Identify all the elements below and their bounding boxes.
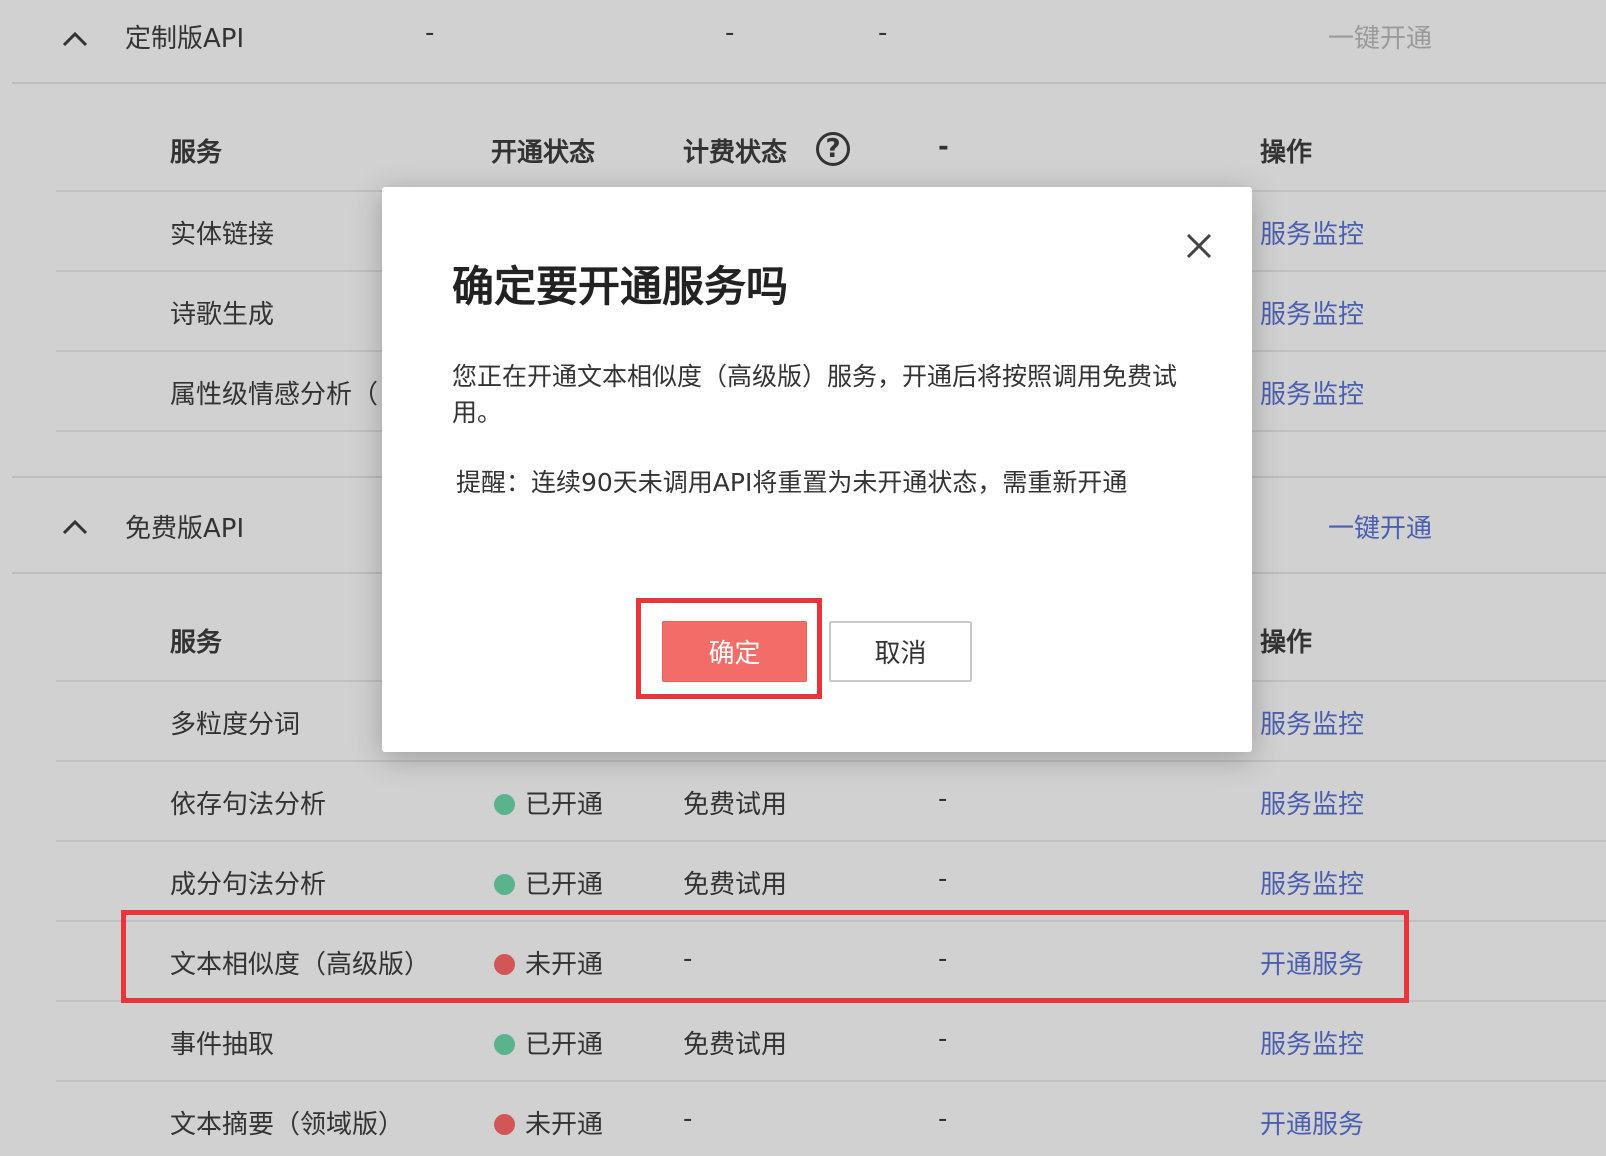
enable-service-link[interactable]: 开通服务 (1260, 944, 1364, 981)
service-monitor-link[interactable]: 服务监控 (1260, 864, 1364, 901)
service-monitor-link[interactable]: 服务监控 (1260, 784, 1364, 821)
billing-text: 免费试用 (683, 790, 788, 820)
col-action: 操作 (1260, 138, 1313, 168)
col-extra: - (938, 132, 949, 162)
status-text: 已开通 (525, 870, 604, 900)
custom-api-dash-3: - (878, 18, 888, 48)
billing-text: - (683, 944, 693, 974)
status-text: 未开通 (525, 1110, 604, 1140)
confirm-button[interactable]: 确定 (662, 621, 807, 682)
status-enabled-icon (494, 874, 515, 895)
extra-text: - (938, 944, 948, 974)
close-icon[interactable] (1182, 229, 1216, 263)
service-monitor-link[interactable]: 服务监控 (1260, 294, 1364, 331)
extra-text: - (938, 864, 948, 894)
table-row: 成分句法分析 已开通 免费试用 - 服务监控 (56, 842, 1606, 922)
col-status: 开通状态 (491, 138, 596, 168)
custom-api-dash-2: - (725, 18, 735, 48)
service-name: 文本相似度（高级版） (170, 950, 431, 980)
extra-text: - (938, 1024, 948, 1054)
help-icon[interactable]: ? (816, 132, 850, 166)
custom-table-header: 服务 开通状态 计费状态 ? - 操作 (56, 112, 1606, 192)
dialog-reminder: 提醒：连续90天未调用API将重置为未开通状态，需重新开通 (456, 468, 1128, 497)
api-service-page: 定制版API - - - 一键开通 服务 开通状态 计费状态 ? - 操作 实体… (0, 0, 1606, 1156)
confirm-enable-dialog: 确定要开通服务吗 您正在开通文本相似度（高级版）服务，开通后将按照调用免费试用。… (382, 187, 1252, 752)
col-service: 服务 (170, 628, 223, 658)
status-text: 已开通 (525, 790, 604, 820)
service-name: 属性级情感分析（ (170, 380, 379, 410)
table-row: 文本相似度（高级版） 未开通 - - 开通服务 (56, 922, 1606, 1002)
service-name: 实体链接 (170, 220, 275, 250)
col-billing: 计费状态 (683, 138, 788, 168)
table-row: 依存句法分析 已开通 免费试用 - 服务监控 (56, 762, 1606, 842)
extra-text: - (938, 1104, 948, 1134)
custom-api-section-header[interactable]: 定制版API - - - 一键开通 (12, 0, 1606, 84)
table-row: 文本摘要（领域版） 未开通 - - 开通服务 (56, 1082, 1606, 1156)
col-service: 服务 (170, 138, 223, 168)
status-disabled-icon (494, 954, 515, 975)
service-monitor-link[interactable]: 服务监控 (1260, 374, 1364, 411)
col-action: 操作 (1260, 628, 1313, 658)
service-monitor-link[interactable]: 服务监控 (1260, 214, 1364, 251)
status-text: 已开通 (525, 1030, 604, 1060)
service-name: 多粒度分词 (170, 710, 301, 740)
extra-text: - (938, 784, 948, 814)
service-name: 依存句法分析 (170, 790, 327, 820)
billing-text: - (683, 1104, 693, 1134)
custom-api-title: 定制版API (125, 24, 245, 54)
dialog-title: 确定要开通服务吗 (452, 262, 789, 311)
free-bulk-enable-button[interactable]: 一键开通 (1328, 508, 1432, 545)
custom-bulk-enable-button[interactable]: 一键开通 (1328, 18, 1432, 55)
dialog-message: 您正在开通文本相似度（高级版）服务，开通后将按照调用免费试用。 (452, 362, 1178, 427)
chevron-up-icon[interactable] (60, 24, 90, 54)
service-monitor-link[interactable]: 服务监控 (1260, 1024, 1364, 1061)
cancel-button[interactable]: 取消 (829, 621, 972, 682)
custom-api-dash-1: - (425, 18, 435, 48)
chevron-up-icon[interactable] (60, 512, 90, 542)
enable-service-link[interactable]: 开通服务 (1260, 1104, 1364, 1141)
status-enabled-icon (494, 794, 515, 815)
table-row: 事件抽取 已开通 免费试用 - 服务监控 (56, 1002, 1606, 1082)
billing-text: 免费试用 (683, 1030, 788, 1060)
billing-text: 免费试用 (683, 870, 788, 900)
status-disabled-icon (494, 1114, 515, 1135)
service-name: 诗歌生成 (170, 300, 275, 330)
service-monitor-link[interactable]: 服务监控 (1260, 704, 1364, 741)
status-enabled-icon (494, 1034, 515, 1055)
service-name: 事件抽取 (170, 1030, 275, 1060)
status-text: 未开通 (525, 950, 604, 980)
service-name: 成分句法分析 (170, 870, 327, 900)
service-name: 文本摘要（领域版） (170, 1110, 405, 1140)
free-api-title: 免费版API (125, 514, 245, 544)
